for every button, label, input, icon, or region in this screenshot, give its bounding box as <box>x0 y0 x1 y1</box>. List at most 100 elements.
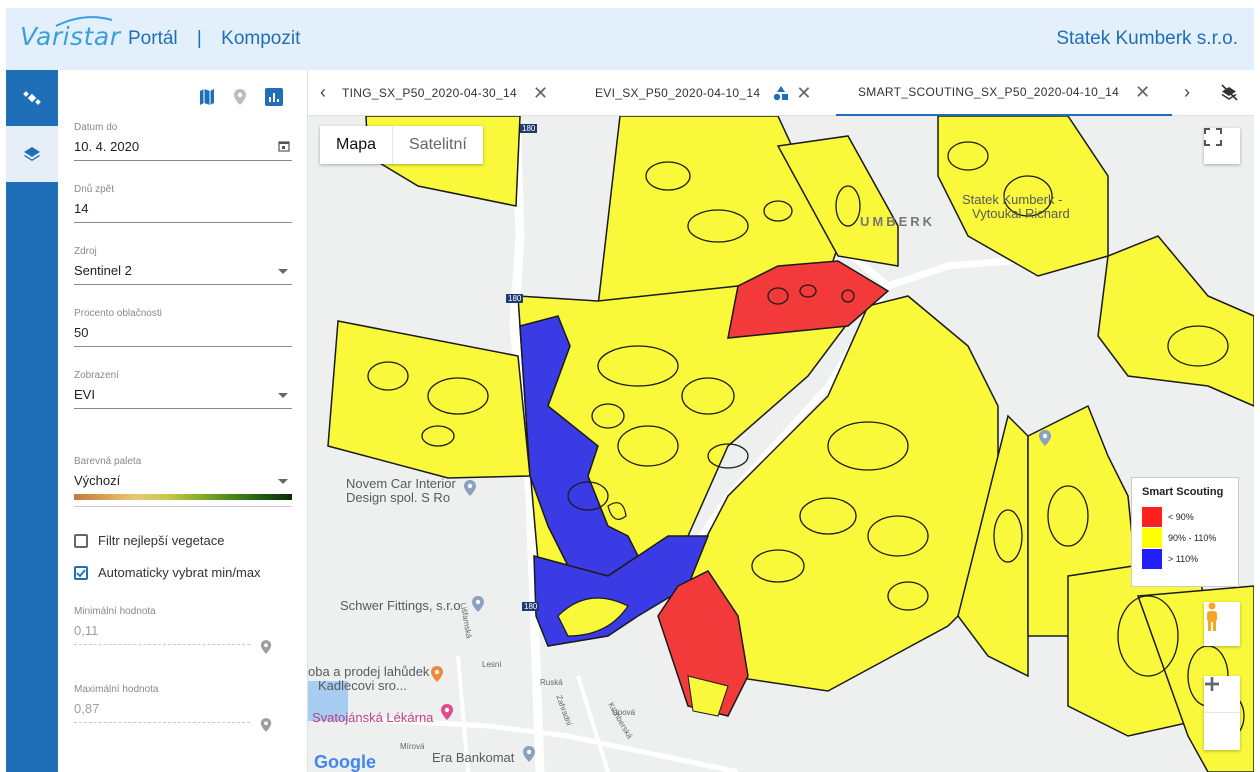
min-value-field: Minimální hodnota 0,11 <box>74 606 292 654</box>
fullscreen-button[interactable] <box>1204 128 1240 164</box>
map-label-kumberk: UMBERK <box>860 214 936 229</box>
map-type-satellite[interactable]: Satelitní <box>392 126 483 164</box>
max-value-input: 0,87 <box>74 701 272 732</box>
map-label-lesni: Lesní <box>482 660 502 669</box>
zoom-control <box>1204 676 1240 750</box>
tab-evi-0410[interactable]: EVI_SX_P50_2020-04-10_14 ✕ <box>595 70 812 116</box>
max-value-text: 0,87 <box>74 701 100 716</box>
cloud-input[interactable]: 50 <box>74 325 292 347</box>
chart-icon[interactable] <box>265 88 283 106</box>
zoom-out-button[interactable] <box>1204 682 1240 750</box>
palette-select[interactable]: Barevná paleta Výchozí <box>74 456 292 507</box>
map-icon[interactable] <box>199 88 215 106</box>
date-to-input[interactable]: 10. 4. 2020 <box>74 139 292 161</box>
map-pin-icon[interactable] <box>522 744 536 764</box>
date-to-field[interactable]: Datum do 10. 4. 2020 <box>74 122 292 161</box>
map-label-novem: Novem Car Interior <box>346 476 456 491</box>
legend-item: < 90% <box>1142 506 1228 527</box>
source-label: Zdroj <box>74 246 97 257</box>
map-canvas[interactable] <box>308 116 1254 772</box>
left-rail <box>6 70 58 772</box>
minus-icon <box>1205 682 1219 686</box>
map-label-ruska: Ruská <box>540 678 563 687</box>
close-icon[interactable]: ✕ <box>533 83 548 104</box>
rail-layers-button[interactable] <box>6 126 58 182</box>
display-text: EVI <box>74 387 95 402</box>
chevron-down-icon <box>278 479 288 484</box>
close-icon[interactable]: ✕ <box>1135 82 1150 103</box>
nav-portal[interactable]: Portál <box>128 28 178 49</box>
street-view-button[interactable] <box>1204 602 1240 646</box>
auto-minmax-checkbox[interactable]: Automaticky vybrat min/max <box>74 565 261 580</box>
map-label-lahudek: oba a prodej lahůdek <box>308 664 430 679</box>
auto-minmax-label: Automaticky vybrat min/max <box>98 565 261 580</box>
map-pin-icon[interactable] <box>430 664 444 684</box>
tab-smart-scouting-0430[interactable]: TING_SX_P50_2020-04-30_14 ✕ <box>342 70 548 116</box>
rail-satellite-button[interactable] <box>6 70 58 126</box>
source-select[interactable]: Zdroj Sentinel 2 <box>74 246 292 285</box>
company-name[interactable]: Statek Kumberk s.r.o. <box>1056 28 1238 50</box>
legend-label: > 110% <box>1168 553 1199 564</box>
tab-smart-scouting-0410[interactable]: SMART_SCOUTING_SX_P50_2020-04-10_14 ✕ <box>836 70 1172 116</box>
map-pin-icon[interactable] <box>440 702 454 722</box>
layers-off-icon[interactable] <box>1220 84 1238 102</box>
location-pin-icon[interactable] <box>260 717 272 733</box>
layers-icon <box>24 147 40 161</box>
cloud-label: Procento oblačnosti <box>74 308 162 319</box>
cloud-field[interactable]: Procento oblačnosti 50 <box>74 308 292 347</box>
google-logo: Google <box>314 752 376 772</box>
map-type-mapa[interactable]: Mapa <box>320 126 392 164</box>
road-number-badge: 180 <box>506 294 524 303</box>
tab-label: TING_SX_P50_2020-04-30_14 <box>342 86 517 100</box>
best-veg-filter-label: Filtr nejlepší vegetace <box>98 533 225 548</box>
min-value-input: 0,11 <box>74 623 272 654</box>
fullscreen-icon <box>1204 128 1222 146</box>
app-header: Varistar Portál | Kompozit Statek Kumber… <box>6 8 1254 70</box>
legend-label: 90% - 110% <box>1168 532 1217 543</box>
legend-swatch-yellow <box>1142 527 1162 548</box>
map-label-novem-2: Design spol. S Ro <box>346 490 451 505</box>
chevron-right-icon[interactable]: › <box>1184 82 1190 103</box>
breadcrumb: Portál | Kompozit <box>128 28 314 50</box>
display-label: Zobrazení <box>74 370 120 381</box>
chevron-left-icon[interactable]: ‹ <box>320 82 326 103</box>
location-icon[interactable] <box>233 88 247 106</box>
source-value[interactable]: Sentinel 2 <box>74 263 292 285</box>
checkbox-checked-icon[interactable] <box>74 565 88 580</box>
calendar-icon[interactable] <box>278 140 290 152</box>
map-label-schwer: Schwer Fittings, s.r.o <box>340 598 461 613</box>
sidebar-toolbar <box>199 88 283 106</box>
legend-item: > 110% <box>1142 548 1228 569</box>
chevron-down-icon <box>278 269 288 274</box>
legend-swatch-red <box>1142 506 1162 527</box>
best-veg-filter-checkbox[interactable]: Filtr nejlepší vegetace <box>74 533 224 548</box>
palette-value[interactable]: Výchozí <box>74 473 292 507</box>
display-value[interactable]: EVI <box>74 387 292 409</box>
map-pin-icon[interactable] <box>471 594 485 614</box>
nav-kompozit[interactable]: Kompozit <box>221 28 300 49</box>
map-pin-icon[interactable] <box>463 478 477 498</box>
sidebar-panel: Datum do 10. 4. 2020 Dnů zpět 14 Zdroj S… <box>58 70 308 772</box>
legend-title: Smart Scouting <box>1142 486 1224 498</box>
days-back-input[interactable]: 14 <box>74 201 292 223</box>
display-select[interactable]: Zobrazení EVI <box>74 370 292 409</box>
map-view[interactable]: Statek Kumberk - Vytoukal Richard UMBERK… <box>308 116 1254 772</box>
layer-tabs: ‹ TING_SX_P50_2020-04-30_14 ✕ EVI_SX_P50… <box>308 70 1254 116</box>
map-label-farm: Statek Kumberk - <box>962 192 1063 207</box>
days-back-label: Dnů zpět <box>74 184 115 195</box>
legend: Smart Scouting < 90% 90% - 110% > 110% <box>1131 477 1239 587</box>
checkbox-unchecked-icon[interactable] <box>74 533 88 548</box>
map-pin-icon[interactable] <box>1038 428 1052 448</box>
road-number-badge: 180 <box>520 124 538 133</box>
map-label-mirova: Mírová <box>400 742 425 751</box>
road-number-badge: 180 <box>522 602 540 611</box>
tab-label: EVI_SX_P50_2020-04-10_14 <box>595 86 761 100</box>
location-pin-icon[interactable] <box>260 639 272 655</box>
close-icon[interactable]: ✕ <box>796 83 811 104</box>
field-yellow <box>1097 235 1254 407</box>
date-to-label: Datum do <box>74 122 118 133</box>
map-label-bankomat: Era Bankomat <box>432 750 515 765</box>
min-value-label: Minimální hodnota <box>74 606 156 617</box>
days-back-field[interactable]: Dnů zpět 14 <box>74 184 292 223</box>
legend-label: < 90% <box>1168 511 1194 522</box>
